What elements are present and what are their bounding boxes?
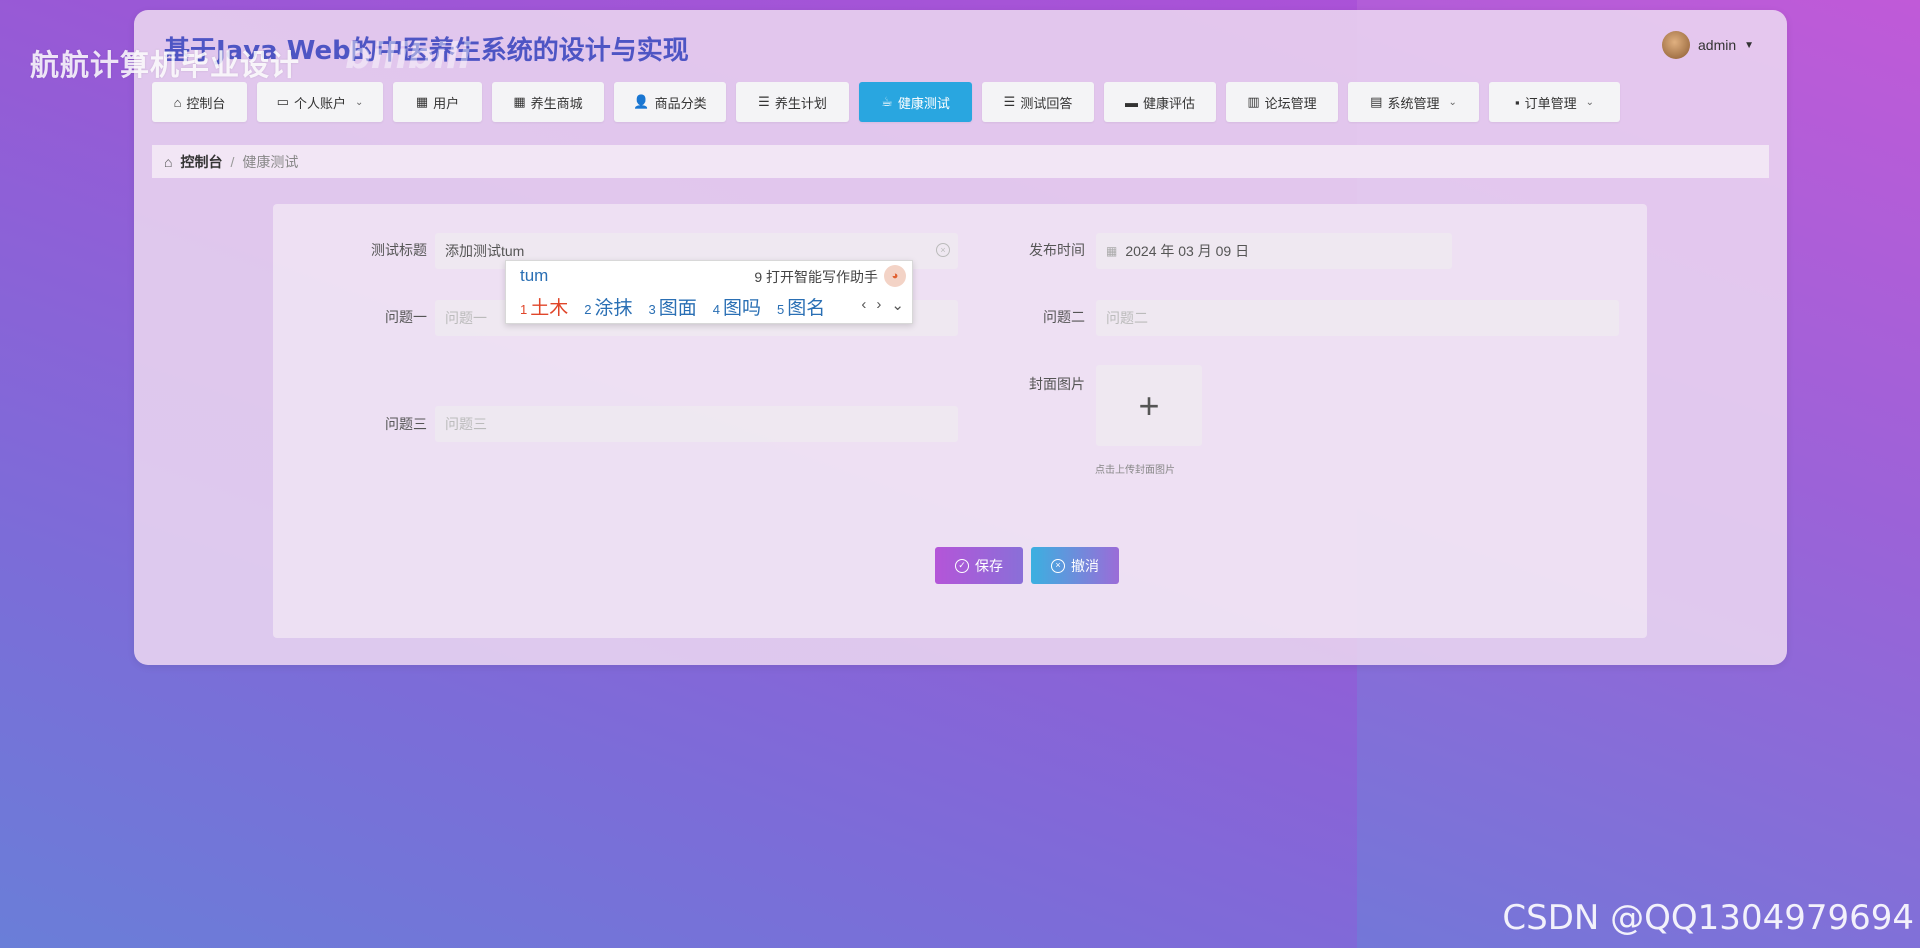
q3-input[interactable]: 问题三	[435, 406, 958, 442]
publish-date-input[interactable]: ▦ 2024 年 03 月 09 日	[1096, 233, 1452, 269]
nav-system[interactable]: ▤ 系统管理 ⌄	[1348, 82, 1479, 122]
nav-label: 测试回答	[1020, 95, 1073, 111]
ime-candidate-window: tum 9 打开智能写作助手 ◕ 1 土木 2 涂抹 3 图面 4 图吗 5 图名 ‹ ›…	[505, 260, 913, 324]
nav-category[interactable]: 👤 商品分类	[614, 82, 726, 122]
avatar[interactable]	[1662, 31, 1690, 59]
csdn-watermark: CSDN @QQ1304979694	[1502, 898, 1914, 938]
cover-tip: 点击上传封面图片	[1095, 465, 1175, 476]
cover-label: 封面图片	[1029, 376, 1085, 392]
chevron-down-icon: ⌄	[354, 96, 364, 108]
nav-evaluation[interactable]: ▬ 健康评估	[1104, 82, 1216, 122]
caret-down-icon[interactable]: ▼	[1744, 40, 1754, 51]
ime-candidate[interactable]: 5 图名	[777, 293, 825, 320]
nav-plan[interactable]: ☰ 养生计划	[736, 82, 849, 122]
home-icon: ⌂	[173, 94, 182, 110]
nav-label: 商品分类	[654, 95, 707, 111]
ime-candidate[interactable]: 3 图面	[649, 293, 697, 320]
nav-label: 养生计划	[774, 95, 827, 111]
q1-label: 问题一	[385, 309, 427, 325]
nav-dashboard[interactable]: ⌂ 控制台	[152, 82, 247, 122]
q2-label: 问题二	[1043, 309, 1085, 325]
user-menu[interactable]: admin ▼	[1662, 31, 1754, 59]
nav-orders[interactable]: ▪ 订单管理 ⌄	[1489, 82, 1620, 122]
q1-placeholder[interactable]: 问题一	[445, 308, 487, 328]
watermark-text: 航航计算机毕业设计	[30, 48, 301, 82]
breadcrumb-separator: /	[230, 153, 235, 170]
ime-candidate[interactable]: 2 涂抹	[584, 293, 632, 320]
q3-label: 问题三	[385, 416, 427, 432]
chevron-down-icon: ⌄	[1585, 96, 1594, 108]
q3-placeholder[interactable]: 问题三	[445, 414, 487, 434]
top-nav: ⌂ 控制台 ▭ 个人账户 ⌄ ▦ 用户 ▦ 养生商城 👤 商品分类 ☰ 养生计划…	[152, 82, 1620, 122]
chevron-right-icon[interactable]: ›	[876, 296, 881, 314]
nav-forum[interactable]: ▥ 论坛管理	[1226, 82, 1338, 122]
chat-icon: ▪	[1514, 94, 1520, 110]
nav-label: 系统管理	[1387, 95, 1440, 111]
close-circle-icon: ×	[1051, 558, 1065, 573]
clear-icon[interactable]: ×	[936, 243, 950, 257]
nav-account[interactable]: ▭ 个人账户 ⌄	[257, 82, 383, 122]
ime-candidate[interactable]: 1 土木	[520, 293, 568, 320]
calendar-icon: ▦	[1106, 244, 1118, 258]
cancel-label: 撤消	[1071, 557, 1099, 574]
ime-assistant-hint[interactable]: 9 打开智能写作助手	[754, 267, 878, 287]
list-icon: ☰	[758, 94, 770, 109]
cover-upload[interactable]: +	[1096, 365, 1202, 446]
list-icon: ☰	[1003, 94, 1016, 109]
monitor-icon: ▬	[1124, 94, 1138, 110]
plus-icon[interactable]: +	[1138, 385, 1159, 427]
nav-label: 养生商城	[530, 95, 583, 111]
nav-label: 健康测试	[897, 95, 950, 111]
check-circle-icon: ✓	[955, 558, 969, 573]
username[interactable]: admin	[1698, 37, 1736, 53]
nav-users[interactable]: ▦ 用户	[393, 82, 482, 122]
nav-label: 个人账户	[293, 95, 346, 111]
publish-label: 发布时间	[1029, 242, 1085, 258]
breadcrumb-current: 健康测试	[242, 153, 299, 170]
nav-health-test[interactable]: ☕ 健康测试	[859, 82, 972, 122]
chevron-down-icon[interactable]: ⌄	[891, 296, 904, 314]
grid-icon: ▦	[415, 94, 429, 109]
grid-icon: ▦	[513, 94, 526, 109]
account-icon: ▭	[276, 94, 289, 109]
nav-test-answers[interactable]: ☰ 测试回答	[982, 82, 1094, 122]
nav-shop[interactable]: ▦ 养生商城	[492, 82, 604, 122]
save-label: 保存	[975, 557, 1003, 574]
publish-date-value[interactable]: 2024 年 03 月 09 日	[1125, 241, 1249, 261]
breadcrumb-home[interactable]: 控制台	[180, 152, 222, 172]
bilibili-logo: bilibili	[345, 36, 471, 77]
q2-placeholder[interactable]: 问题二	[1106, 308, 1148, 328]
nav-label: 控制台	[186, 95, 226, 111]
ime-candidate[interactable]: 4 图吗	[713, 293, 761, 320]
nav-label: 论坛管理	[1264, 95, 1317, 111]
nav-label: 订单管理	[1524, 95, 1577, 111]
home-icon: ⌂	[164, 153, 173, 170]
person-icon: 👤	[633, 94, 650, 109]
chevron-down-icon: ⌄	[1448, 96, 1457, 108]
nav-label: 用户	[433, 95, 460, 111]
ime-composition: tum	[520, 266, 549, 285]
q2-input[interactable]: 问题二	[1096, 300, 1619, 336]
ime-pager: ‹ › ⌄	[861, 296, 904, 314]
breadcrumb: ⌂ 控制台 / 健康测试	[152, 145, 1769, 178]
book-icon: ▥	[1247, 94, 1260, 109]
server-icon: ▤	[1370, 94, 1383, 109]
title-input-value[interactable]: 添加测试tum	[445, 241, 524, 261]
chevron-left-icon[interactable]: ‹	[861, 296, 866, 314]
assistant-icon[interactable]: ◕	[884, 265, 906, 287]
cancel-button[interactable]: × 撤消	[1031, 547, 1119, 584]
ime-candidates: 1 土木 2 涂抹 3 图面 4 图吗 5 图名	[520, 293, 825, 320]
save-button[interactable]: ✓ 保存	[935, 547, 1023, 584]
title-label: 测试标题	[371, 242, 427, 258]
cup-icon: ☕	[881, 94, 893, 109]
nav-label: 健康评估	[1142, 95, 1195, 111]
